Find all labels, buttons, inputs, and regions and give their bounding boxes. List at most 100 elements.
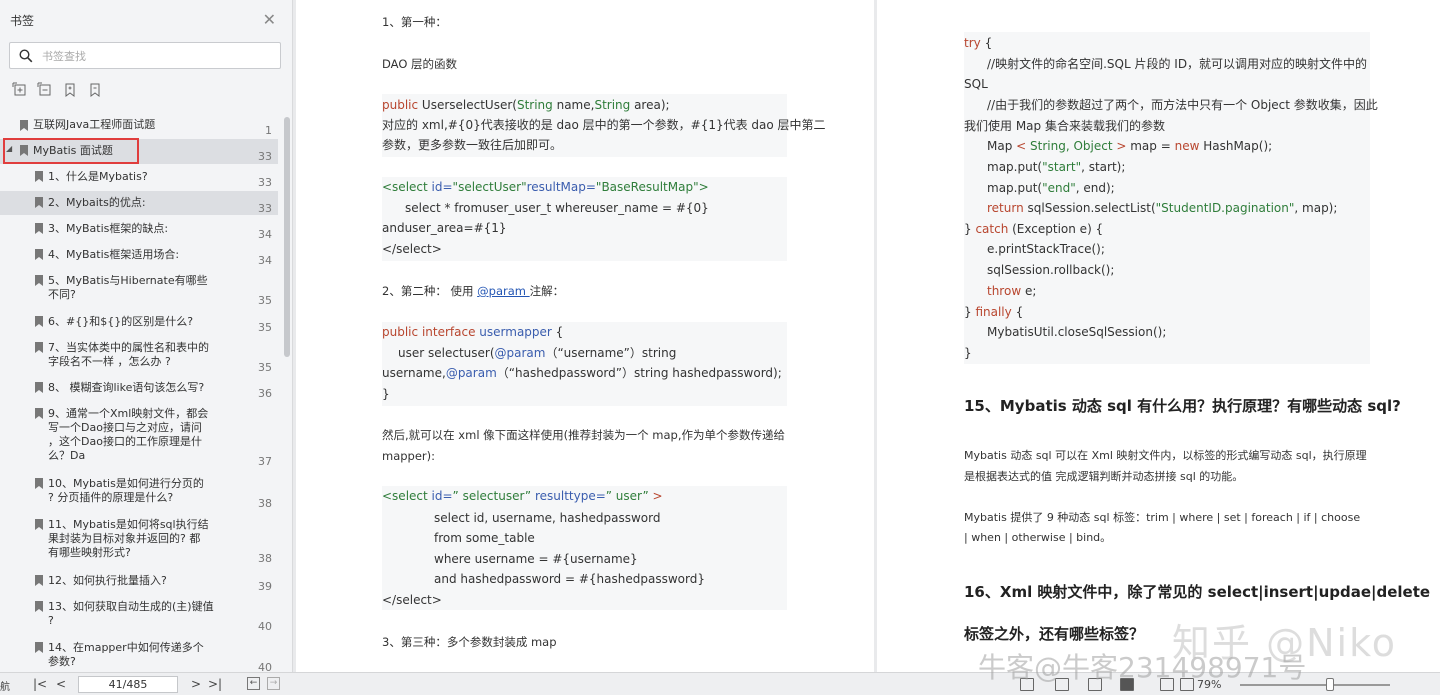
bookmark-item-selected[interactable]: ◢ MyBatis 面试题 33 [0, 139, 278, 164]
bookmark-label: ? [48, 614, 54, 627]
play-icon[interactable] [1120, 678, 1134, 691]
code-keyword: public [382, 325, 419, 339]
paragraph: 2、第二种： 使用 @param 注解： [382, 281, 564, 301]
paragraph: Mybatis 提供了 9 种动态 sql 标签：trim | where | … [964, 511, 1361, 524]
code-line: MybatisUtil.closeSqlSession(); [987, 325, 1167, 339]
search-icon [19, 49, 33, 63]
zoom-slider-handle[interactable] [1326, 678, 1334, 691]
bookmark-page: 34 [258, 228, 272, 241]
bookmark-label: 5、MyBatis与Hibernate有哪些 [48, 274, 208, 287]
bookmark-item[interactable]: 5、MyBatis与Hibernate有哪些 不同? 35 [0, 269, 278, 309]
code-attr: id= [427, 489, 453, 503]
bookmark-item[interactable]: 1、什么是Mybatis? 33 [0, 165, 278, 190]
close-icon[interactable]: ✕ [263, 10, 276, 29]
first-page-icon[interactable]: |< [33, 677, 47, 691]
bookmark-page: 40 [258, 620, 272, 633]
paragraph-text: 2、第二种： 使用 [382, 284, 478, 298]
code-line: from some_table [434, 531, 535, 545]
page-number-input[interactable] [78, 676, 178, 693]
code-text: UserselectUser( [418, 98, 517, 112]
bookmark-label: ? 分页插件的原理是什么? [48, 491, 174, 504]
bookmark-item[interactable]: 2、Mybaits的优点: 33 [0, 191, 278, 215]
fit-page-icon[interactable] [1160, 678, 1174, 691]
code-keyword: new [1174, 139, 1200, 153]
bookmark-page: 38 [258, 552, 272, 565]
add-bookmark-icon[interactable] [62, 82, 78, 98]
bookmark-label: 字段名不一样 ，怎么办 ? [48, 355, 171, 368]
bookmark-item[interactable]: 7、当实体类中的属性名和表中的 字段名不一样 ，怎么办 ? 35 [0, 336, 278, 376]
param-link[interactable]: @param [477, 284, 529, 298]
bookmark-item[interactable]: 10、Mybatis是如何进行分页的 ? 分页插件的原理是什么? 38 [0, 472, 278, 512]
code-text: username, [382, 366, 446, 380]
code-line: username,@param（“hashedpassword”）string … [382, 363, 782, 383]
bookmark-item[interactable]: 9、通常一个Xml映射文件，都会 写一个Dao接口与之对应，请问 ，这个Dao接… [0, 402, 278, 472]
code-tag: > [648, 489, 663, 503]
code-keyword: catch [975, 222, 1009, 236]
fit-width-icon[interactable] [1180, 678, 1194, 691]
bookmark-item[interactable]: 11、Mybatis是如何将sql执行结 果封装为目标对象并返回的? 都 有哪些… [0, 513, 278, 568]
collapse-triangle-icon[interactable]: ◢ [6, 142, 12, 156]
code-text: Map [987, 139, 1017, 153]
zoom-slider-track[interactable] [1240, 684, 1390, 686]
bookmark-icon [35, 223, 43, 234]
bookmark-search-input[interactable] [42, 47, 272, 65]
back-icon[interactable]: ← [247, 677, 260, 690]
bookmark-search-box[interactable] [9, 42, 281, 69]
bookmark-item[interactable]: 6、#{}和${}的区别是什么? 35 [0, 310, 278, 335]
code-keyword: try [964, 36, 981, 50]
zoom-level[interactable]: 79% [1197, 678, 1221, 691]
prev-page-icon[interactable]: < [56, 677, 66, 691]
code-annotation: @param [494, 346, 546, 360]
paragraph: DAO 层的函数 [382, 57, 458, 71]
last-page-icon[interactable]: >| [208, 677, 222, 691]
bookmark-page: 40 [258, 661, 272, 672]
code-text: area); [630, 98, 670, 112]
code-line: e.printStackTrace(); [987, 242, 1105, 256]
code-text: （“username”）string [545, 346, 677, 360]
code-line: } finally { [964, 302, 1023, 322]
code-line: </select> [382, 242, 442, 256]
code-text: user selectuser( [398, 346, 495, 360]
bookmark-scrollbar-thumb[interactable] [284, 117, 290, 357]
section-heading: 标签之外，还有哪些标签？ [964, 625, 1145, 643]
code-line: public interface usermapper { [382, 322, 563, 342]
bookmark-page: 38 [258, 497, 272, 510]
bookmark-icon [35, 601, 43, 612]
bookmark-label: 互联网Java工程师面试题 [33, 118, 156, 131]
code-line: throw e; [987, 281, 1036, 301]
bookmark-item[interactable]: 8、 模糊查询like语句该怎么写? 36 [0, 376, 278, 402]
code-block: public interface usermapper { user selec… [382, 322, 787, 406]
single-page-view-icon[interactable] [1020, 678, 1034, 691]
code-line: and hashedpassword = #{hashedpassword} [434, 572, 705, 586]
paragraph: 然后,就可以在 xml 像下面这样使用(推荐封装为一个 map,作为单个参数传递… [382, 428, 786, 442]
bookmark-item[interactable]: 3、MyBatis框架的缺点: 34 [0, 217, 278, 242]
bookmark-page: 39 [258, 580, 272, 593]
double-page-view-icon[interactable] [1055, 678, 1069, 691]
bookmark-item[interactable]: 13、如何获取自动生成的(主)键值 ? 40 [0, 595, 278, 635]
bookmark-icon [35, 478, 43, 489]
collapse-all-icon[interactable] [37, 82, 53, 98]
code-line: where username = #{username} [434, 552, 638, 566]
expand-all-icon[interactable] [12, 82, 28, 98]
code-tag: <select [382, 489, 428, 503]
document-page-left: 1、第一种： DAO 层的函数 public UserselectUser(St… [296, 0, 874, 672]
bookmark-item[interactable]: 12、如何执行批量插入? 39 [0, 569, 278, 594]
paragraph: 3、第三种：多个参数封装成 map [382, 635, 557, 649]
code-text: { [1011, 305, 1024, 319]
bookmark-item[interactable]: 14、在mapper中如何传递多个 参数? 40 [0, 636, 278, 672]
code-line: user selectuser(@param（“username”）string [398, 343, 676, 363]
code-attr: resulttype= [531, 489, 606, 503]
next-page-icon[interactable]: > [191, 677, 201, 691]
bookmark-item[interactable]: 4、MyBatis框架适用场合: 34 [0, 243, 278, 268]
continuous-view-icon[interactable] [1088, 678, 1102, 691]
code-tag: > [698, 180, 709, 194]
code-text: , map); [1294, 201, 1338, 215]
paragraph: 1、第一种： [382, 15, 447, 29]
forward-icon[interactable]: → [267, 677, 280, 690]
section-heading: 16、Xml 映射文件中，除了常见的 select|insert|updae|d… [964, 583, 1431, 601]
code-block: <select id=” selectuser” resulttype=” us… [382, 486, 787, 610]
code-text: sqlSession.selectList( [1023, 201, 1156, 215]
code-line: select * fromuser_user_t whereuser_name … [405, 201, 709, 215]
remove-bookmark-icon[interactable] [87, 82, 103, 98]
bookmark-icon [35, 382, 43, 393]
